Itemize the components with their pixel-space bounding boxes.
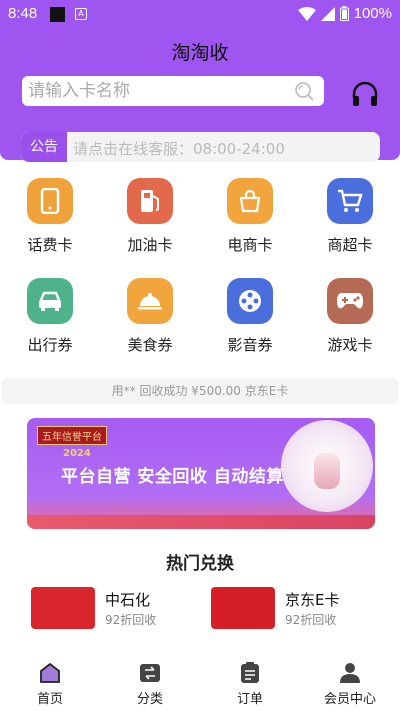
category-label: 电商卡: [227, 236, 273, 254]
recycle-ticker: 用** 回收成功 ¥500.00 京东E卡: [2, 378, 398, 404]
member-icon: [340, 663, 360, 683]
tab-label: 首页: [36, 692, 63, 707]
food-cloche-icon: [127, 278, 173, 324]
category-item-travel[interactable]: 出行券: [0, 278, 100, 368]
car-icon: [27, 278, 73, 324]
jd-card-image: [211, 587, 275, 629]
tab-home[interactable]: 首页: [0, 662, 100, 707]
category-label: 话费卡: [27, 236, 73, 254]
category-item-supermarket[interactable]: 商超卡: [300, 178, 400, 268]
page-title: 淘淘收: [171, 42, 229, 64]
search-icon[interactable]: [294, 81, 314, 101]
bottom-tab-bar: 首页 分类 订单 会员中心: [0, 654, 400, 711]
tab-member[interactable]: 会员中心: [300, 662, 400, 707]
category-item-phone[interactable]: 话费卡: [0, 178, 100, 268]
app-screen: 8:48 A 100% 淘淘收 公告 请点击在线客服：08:00-24:00 话…: [0, 0, 400, 711]
order-icon: [241, 662, 259, 683]
category-item-ecommerce[interactable]: 电商卡: [200, 178, 300, 268]
gas-pump-icon: [127, 178, 173, 224]
film-reel-icon: [227, 278, 273, 324]
status-time: 8:48: [8, 5, 38, 22]
tab-category[interactable]: 分类: [100, 662, 200, 707]
search-bar[interactable]: [22, 76, 324, 106]
battery-icon: [339, 6, 349, 21]
category-label: 商超卡: [327, 236, 373, 254]
sinopec-card-image: [31, 587, 95, 629]
shopping-bag-icon: [227, 178, 273, 224]
headset-icon[interactable]: [350, 80, 380, 110]
banner-year: 2024: [63, 448, 91, 459]
lantern-image: [314, 453, 340, 489]
tab-orders[interactable]: 订单: [200, 662, 300, 707]
category-item-video[interactable]: 影音券: [200, 278, 300, 368]
notification-icon: [50, 7, 65, 22]
product-name: 京东E卡: [285, 591, 340, 609]
category-label: 影音券: [227, 336, 273, 354]
search-input[interactable]: [22, 76, 282, 106]
battery-percent: 100%: [353, 5, 392, 22]
status-bar: 8:48 A 100%: [0, 0, 400, 28]
product-discount: 92折回收: [285, 613, 337, 627]
status-right: 100%: [297, 5, 392, 22]
banner-slogan: 平台自营 安全回收 自动结算: [61, 467, 284, 487]
category-label: 加油卡: [127, 236, 173, 254]
home-icon: [40, 662, 60, 683]
gamepad-icon: [327, 278, 373, 324]
category-label: 游戏卡: [327, 336, 373, 354]
app-notification-icon: A: [75, 8, 87, 20]
hot-section-title: 热门兑换: [166, 554, 234, 574]
notice-text: 请点击在线客服：08:00-24:00: [73, 140, 285, 158]
shopping-cart-icon: [327, 178, 373, 224]
notice-bar[interactable]: 公告 请点击在线客服：08:00-24:00: [21, 132, 380, 162]
tab-label: 分类: [136, 692, 163, 707]
wifi-icon: [297, 6, 316, 21]
product-discount: 92折回收: [105, 613, 157, 627]
notice-tag: 公告: [21, 132, 67, 162]
category-item-food[interactable]: 美食券: [100, 278, 200, 368]
tab-label: 订单: [236, 692, 263, 707]
category-label: 出行券: [27, 336, 73, 354]
category-item-gas[interactable]: 加油卡: [100, 178, 200, 268]
banner-wave: [27, 515, 375, 529]
phone-icon: [27, 178, 73, 224]
category-item-game[interactable]: 游戏卡: [300, 278, 400, 368]
banner-tag: 五年信誉平台: [37, 426, 107, 445]
signal-icon: [320, 6, 335, 21]
category-icon: [140, 664, 160, 682]
product-name: 中石化: [105, 591, 151, 609]
category-label: 美食券: [127, 336, 173, 354]
tab-label: 会员中心: [323, 692, 376, 707]
promo-banner[interactable]: 五年信誉平台 2024 平台自营 安全回收 自动结算: [27, 418, 375, 529]
